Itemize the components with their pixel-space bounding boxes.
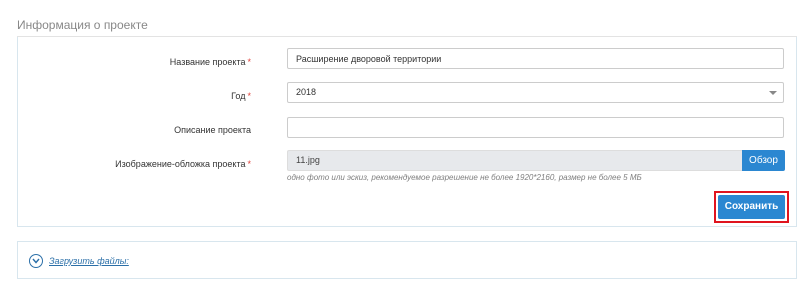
required-marker: * <box>247 91 251 101</box>
required-marker: * <box>247 57 251 67</box>
cover-image-file-name: 11.jpg <box>296 155 320 165</box>
upload-files-link[interactable]: Загрузить файлы: <box>49 256 129 266</box>
required-marker: * <box>247 159 251 169</box>
description-label: Описание проекта <box>174 124 251 136</box>
section-title: Информация о проекте <box>17 18 148 32</box>
cover-image-file-field[interactable]: 11.jpg <box>287 150 742 171</box>
project-description-input[interactable] <box>287 117 784 138</box>
chevron-down-circle-icon[interactable] <box>29 254 43 268</box>
project-name-label-text: Название проекта <box>169 57 246 67</box>
browse-button[interactable]: Обзор <box>742 150 785 171</box>
project-name-input[interactable] <box>287 48 784 69</box>
project-name-label: Название проекта * <box>170 56 251 68</box>
save-button[interactable]: Сохранить <box>718 195 785 219</box>
project-info-panel: Название проекта* Год* 2018 Описание про… <box>17 37 797 227</box>
cover-image-hint: одно фото или эскиз, рекомендуемое разре… <box>287 173 642 182</box>
year-select[interactable]: 2018 <box>287 82 784 103</box>
cover-image-label: Изображение-обложка проекта * <box>115 158 251 170</box>
cover-image-label-text: Изображение-обложка проекта <box>115 159 246 169</box>
year-select-value: 2018 <box>296 87 317 97</box>
year-label: Год * <box>231 90 251 102</box>
chevron-down-icon <box>769 91 777 95</box>
year-label-text: Год <box>231 91 246 101</box>
description-label-text: Описание проекта <box>174 125 251 135</box>
upload-files-panel: Загрузить файлы: <box>17 241 797 279</box>
